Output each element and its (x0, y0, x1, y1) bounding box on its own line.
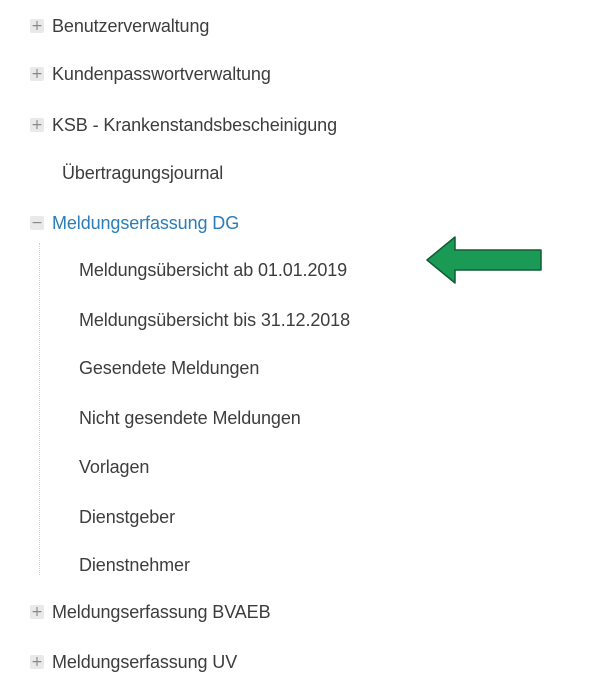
menu-item-label: Benutzerverwaltung (52, 15, 210, 36)
menu-item-meldungserfassung-uv[interactable]: + Meldungserfassung UV (30, 650, 237, 674)
menu-item-label: Kundenpasswortverwaltung (52, 63, 271, 84)
plus-icon[interactable]: + (30, 67, 44, 81)
menu-item-kundenpasswortverwaltung[interactable]: + Kundenpasswortverwaltung (30, 62, 271, 86)
subitem-label: Vorlagen (79, 456, 150, 477)
subitem-label: Meldungsübersicht bis 31.12.2018 (79, 309, 350, 330)
menu-item-uebertragungsjournal[interactable]: Übertragungsjournal (62, 161, 223, 185)
subitem-nicht-gesendete-meldungen[interactable]: Nicht gesendete Meldungen (79, 406, 301, 430)
subitem-dienstgeber[interactable]: Dienstgeber (79, 505, 175, 529)
subitem-label: Meldungsübersicht ab 01.01.2019 (79, 259, 348, 280)
subitem-label: Dienstnehmer (79, 554, 190, 575)
plus-icon[interactable]: + (30, 605, 44, 619)
plus-icon[interactable]: + (30, 655, 44, 669)
subitem-label: Dienstgeber (79, 506, 175, 527)
subitem-gesendete-meldungen[interactable]: Gesendete Meldungen (79, 356, 259, 380)
tree-connector-line (39, 243, 40, 575)
subitem-meldungsuebersicht-ab-2019[interactable]: Meldungsübersicht ab 01.01.2019 (79, 258, 347, 282)
subitem-label: Gesendete Meldungen (79, 357, 260, 378)
menu-item-label: Meldungserfassung UV (52, 651, 238, 672)
plus-icon[interactable]: + (30, 118, 44, 132)
subitem-vorlagen[interactable]: Vorlagen (79, 455, 149, 479)
menu-item-meldungserfassung-dg[interactable]: − Meldungserfassung DG (30, 211, 239, 235)
plus-icon[interactable]: + (30, 19, 44, 33)
subitem-dienstnehmer[interactable]: Dienstnehmer (79, 553, 190, 577)
menu-item-meldungserfassung-bvaeb[interactable]: + Meldungserfassung BVAEB (30, 600, 271, 624)
menu-item-label: KSB - Krankenstandsbescheinigung (52, 114, 337, 135)
arrow-left-icon (426, 236, 542, 284)
menu-item-label: Meldungserfassung DG (52, 212, 240, 233)
minus-icon[interactable]: − (30, 216, 44, 230)
menu-item-label: Meldungserfassung BVAEB (52, 601, 271, 622)
menu-item-ksb[interactable]: + KSB - Krankenstandsbescheinigung (30, 113, 337, 137)
menu-item-benutzerverwaltung[interactable]: + Benutzerverwaltung (30, 14, 209, 38)
subitem-meldungsuebersicht-bis-2018[interactable]: Meldungsübersicht bis 31.12.2018 (79, 308, 350, 332)
subitem-label: Nicht gesendete Meldungen (79, 407, 301, 428)
menu-item-label: Übertragungsjournal (62, 162, 224, 183)
